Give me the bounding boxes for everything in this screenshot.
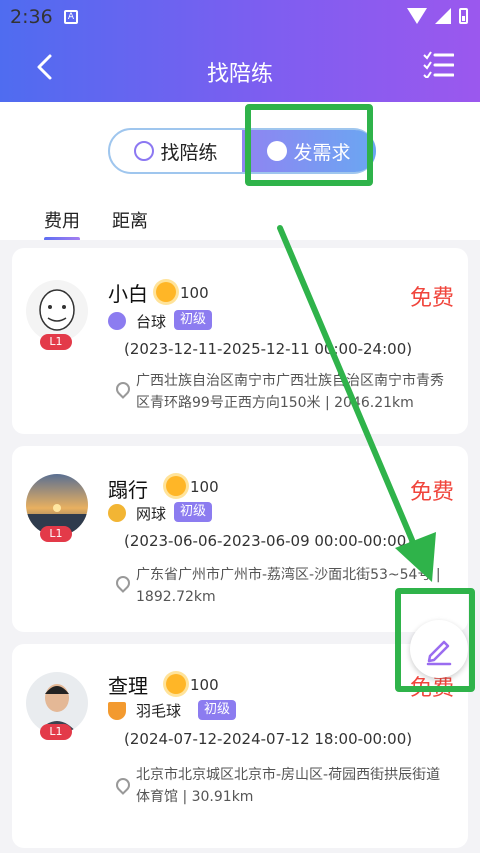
notification-icon: A <box>64 10 78 24</box>
partner-icon <box>134 141 155 161</box>
status-time: 2:36 <box>10 6 53 28</box>
tab-fee[interactable]: 费用 <box>44 207 80 241</box>
segment-find-label: 找陪练 <box>160 141 218 164</box>
sport-name: 网球 <box>136 505 167 523</box>
highlight-box <box>245 104 373 186</box>
sun-icon <box>156 282 176 302</box>
highlight-box <box>395 588 475 692</box>
skill-level-tag: 初级 <box>198 700 237 720</box>
sun-icon <box>166 476 186 496</box>
status-icons <box>407 8 468 24</box>
sport-name: 羽毛球 <box>136 702 182 720</box>
level-badge: L1 <box>40 526 72 542</box>
partner-name: 小白 <box>108 282 148 306</box>
partner-name: 蹋行 <box>108 478 148 502</box>
status-bar: 2:36 A <box>0 0 480 32</box>
time-range: (2023-12-11-2025-12-11 00:00-24:00) <box>124 340 413 358</box>
list-menu-icon[interactable] <box>422 50 454 78</box>
battery-icon <box>459 8 468 24</box>
badminton-icon <box>108 702 126 720</box>
address-text: 北京市北京城区北京市-房山区-荷园西街拱辰街道体育馆 | 30.91km <box>136 767 441 805</box>
sort-tabs: 费用 距离 <box>44 207 148 241</box>
time-range: (2023-06-06-2023-06-09 00:00-00:00) <box>124 532 413 550</box>
address-text: 广西壮族自治区南宁市广西壮族自治区南宁市青秀区青环路99号正西方向150米 | … <box>136 373 444 411</box>
time-range: (2024-07-12-2024-07-12 18:00-00:00) <box>124 730 413 748</box>
sun-icon <box>166 674 186 694</box>
level-badge: L1 <box>40 334 72 350</box>
avatar <box>26 280 88 342</box>
tab-distance[interactable]: 距离 <box>112 207 148 233</box>
level-badge: L1 <box>40 724 72 740</box>
partner-score: 100 <box>190 676 219 694</box>
list-item[interactable]: L1 小白 100 免费 台球 初级 (2023-12-11-2025-12-1… <box>12 248 468 434</box>
price-label: 免费 <box>409 286 454 311</box>
partner-score: 100 <box>180 284 209 302</box>
page-title: 找陪练 <box>206 62 273 87</box>
location-pin-icon <box>113 573 133 593</box>
location-pin-icon <box>113 379 133 399</box>
skill-level-tag: 初级 <box>174 310 213 330</box>
signal-icon <box>435 8 451 24</box>
app-header: 2:36 A 找陪练 <box>0 0 480 102</box>
partner-score: 100 <box>190 478 219 496</box>
partner-list: L1 小白 100 免费 台球 初级 (2023-12-11-2025-12-1… <box>0 240 480 853</box>
wifi-icon <box>407 8 427 24</box>
location-pin-icon <box>113 775 133 795</box>
price-label: 免费 <box>409 480 454 505</box>
tennis-icon <box>108 504 126 522</box>
partner-name: 查理 <box>108 674 148 698</box>
skill-level-tag: 初级 <box>174 502 213 522</box>
billiards-icon <box>108 312 126 330</box>
segment-find-partner[interactable]: 找陪练 <box>110 130 242 172</box>
sport-name: 台球 <box>136 313 167 331</box>
